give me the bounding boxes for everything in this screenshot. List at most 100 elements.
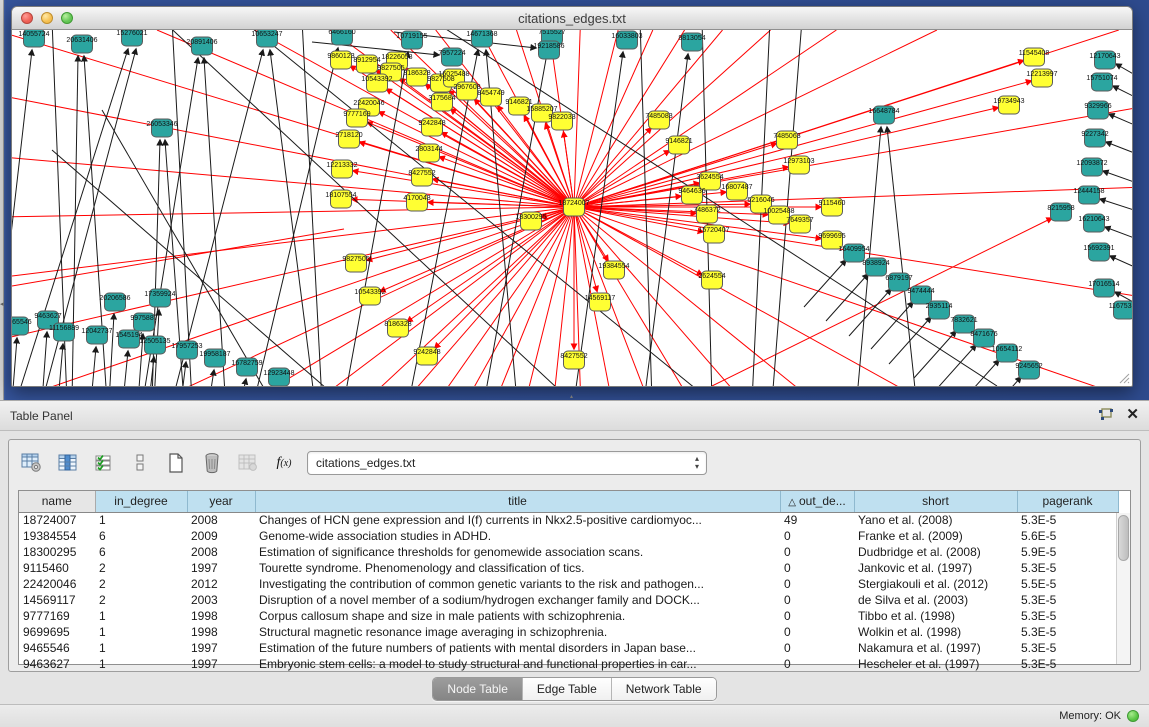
merge-rows-icon[interactable] — [127, 450, 153, 476]
table-cell[interactable]: 5.3E-5 — [1017, 560, 1118, 576]
table-cell[interactable]: Jankovic et al. (1997) — [854, 560, 1017, 576]
table-cell[interactable]: 2 — [95, 560, 187, 576]
black-citation-edge[interactable] — [1109, 114, 1132, 126]
table-row[interactable]: 1830029562008Estimation of significance … — [19, 544, 1118, 560]
table-settings-icon[interactable] — [19, 450, 45, 476]
table-cell[interactable]: 1 — [95, 608, 187, 624]
table-cell[interactable]: 9699695 — [19, 624, 95, 640]
left-splitter[interactable]: ◂ — [0, 0, 4, 400]
table-cell[interactable]: Estimation of the future numbers of pati… — [255, 640, 780, 656]
black-citation-edge[interactable] — [12, 338, 17, 386]
table-cell[interactable]: Investigating the contribution of common… — [255, 576, 780, 592]
table-cell[interactable]: Dudbridge et al. (2008) — [854, 544, 1017, 560]
table-cell[interactable]: Tibbo et al. (1998) — [854, 608, 1017, 624]
table-cell[interactable]: 0 — [780, 560, 854, 576]
close-panel-icon[interactable]: ✕ — [1126, 407, 1139, 423]
table-cell[interactable]: 14569117 — [19, 592, 95, 608]
black-citation-edge[interactable] — [58, 344, 63, 386]
black-citation-edge[interactable] — [1105, 227, 1132, 239]
table-cell[interactable]: 2003 — [187, 592, 255, 608]
table-cell[interactable]: Corpus callosum shape and size in male p… — [255, 608, 780, 624]
table-cell[interactable]: 2008 — [187, 544, 255, 560]
table-cell[interactable]: 9465546 — [19, 640, 95, 656]
float-panel-icon[interactable] — [1098, 408, 1114, 422]
black-citation-edge[interactable] — [109, 314, 114, 386]
table-cell[interactable]: 1 — [95, 656, 187, 672]
black-citation-edge[interactable] — [42, 332, 47, 386]
column-header-year[interactable]: year — [187, 491, 255, 512]
black-citation-edge[interactable] — [1106, 142, 1132, 154]
table-cell[interactable]: 5.3E-5 — [1017, 656, 1118, 672]
table-cell[interactable]: 9777169 — [19, 608, 95, 624]
table-cell[interactable]: 0 — [780, 592, 854, 608]
table-cell[interactable]: Disruption of a novel member of a sodium… — [255, 592, 780, 608]
table-cell[interactable]: 9115460 — [19, 560, 95, 576]
splitter-collapse-icon[interactable]: ◂ — [0, 300, 4, 310]
black-citation-edge[interactable] — [914, 331, 956, 378]
table-row[interactable]: 2242004622012Investigating the contribut… — [19, 576, 1118, 592]
table-cell[interactable]: 22420046 — [19, 576, 95, 592]
black-citation-edge[interactable] — [849, 289, 891, 336]
black-citation-edge[interactable] — [644, 54, 688, 386]
network-canvas[interactable]: 1872400714055724206314061527602120891406… — [12, 30, 1132, 386]
black-citation-edge[interactable] — [887, 127, 916, 386]
table-cell[interactable]: 5.3E-5 — [1017, 640, 1118, 656]
black-citation-edge[interactable] — [123, 351, 128, 386]
table-row[interactable]: 969969511998Structural magnetic resonanc… — [19, 624, 1118, 640]
table-column-icon[interactable] — [55, 450, 81, 476]
tab-node-table[interactable]: Node Table — [433, 678, 523, 700]
table-cell[interactable]: 2012 — [187, 576, 255, 592]
table-cell[interactable]: Stergiakouli et al. (2012) — [854, 576, 1017, 592]
black-citation-edge[interactable] — [826, 274, 868, 321]
select-rows-icon[interactable] — [91, 450, 117, 476]
table-cell[interactable]: 49 — [780, 512, 854, 528]
table-row[interactable]: 977716911998Corpus callosum shape and si… — [19, 608, 1118, 624]
table-cell[interactable]: 5.5E-5 — [1017, 576, 1118, 592]
network-window[interactable]: citations_edges.txt 18724007140557242063… — [11, 6, 1133, 387]
citation-network-graph[interactable]: 1872400714055724206314061527602120891406… — [12, 30, 1132, 386]
table-row[interactable]: 946554611997Estimation of the future num… — [19, 640, 1118, 656]
tab-edge-table[interactable]: Edge Table — [523, 678, 612, 700]
table-cell[interactable]: 5.3E-5 — [1017, 608, 1118, 624]
table-cell[interactable]: 1 — [95, 624, 187, 640]
table-cell[interactable]: 18724007 — [19, 512, 95, 528]
table-cell[interactable]: 9463627 — [19, 656, 95, 672]
black-citation-edge[interactable] — [91, 347, 96, 386]
window-resize-grip[interactable] — [1118, 372, 1130, 384]
table-cell[interactable]: 6 — [95, 528, 187, 544]
black-citation-edge[interactable] — [1116, 64, 1132, 76]
column-header-short[interactable]: short — [854, 491, 1017, 512]
black-citation-edge[interactable] — [172, 50, 263, 386]
function-builder-icon[interactable]: f(x) — [271, 450, 297, 476]
black-citation-edge[interactable] — [241, 379, 246, 386]
table-cell[interactable]: 0 — [780, 544, 854, 560]
column-header-out_de[interactable]: △out_de... — [780, 491, 854, 512]
table-cell[interactable]: 0 — [780, 624, 854, 640]
tab-network-table[interactable]: Network Table — [612, 678, 716, 700]
table-cell[interactable]: 1998 — [187, 624, 255, 640]
table-cell[interactable]: 1 — [95, 640, 187, 656]
red-citation-edge[interactable] — [367, 122, 574, 207]
table-cell[interactable]: Embryonic stem cells: a model to study s… — [255, 656, 780, 672]
table-row[interactable]: 911546021997Tourette syndrome. Phenomeno… — [19, 560, 1118, 576]
table-cell[interactable]: 1998 — [187, 608, 255, 624]
table-scrollbar-thumb[interactable] — [1118, 515, 1129, 561]
table-cell[interactable]: 1997 — [187, 560, 255, 576]
column-header-pagerank[interactable]: pagerank — [1017, 491, 1118, 512]
table-cell[interactable]: 0 — [780, 640, 854, 656]
black-citation-edge[interactable] — [1103, 171, 1132, 183]
table-cell[interactable]: 2009 — [187, 528, 255, 544]
table-cell[interactable]: 1997 — [187, 656, 255, 672]
black-citation-edge[interactable] — [804, 260, 846, 307]
table-cell[interactable]: Genome-wide association studies in ADHD. — [255, 528, 780, 544]
red-citation-edge[interactable] — [546, 123, 574, 207]
table-cell[interactable]: 19384554 — [19, 528, 95, 544]
black-citation-edge[interactable] — [934, 345, 976, 386]
table-scrollbar[interactable] — [1116, 513, 1130, 664]
black-citation-edge[interactable] — [172, 30, 192, 386]
table-cell[interactable]: 2 — [95, 592, 187, 608]
table-cell[interactable]: 0 — [780, 576, 854, 592]
import-table-icon[interactable] — [235, 450, 261, 476]
black-citation-edge[interactable] — [270, 50, 314, 386]
black-citation-edge[interactable] — [204, 58, 226, 386]
